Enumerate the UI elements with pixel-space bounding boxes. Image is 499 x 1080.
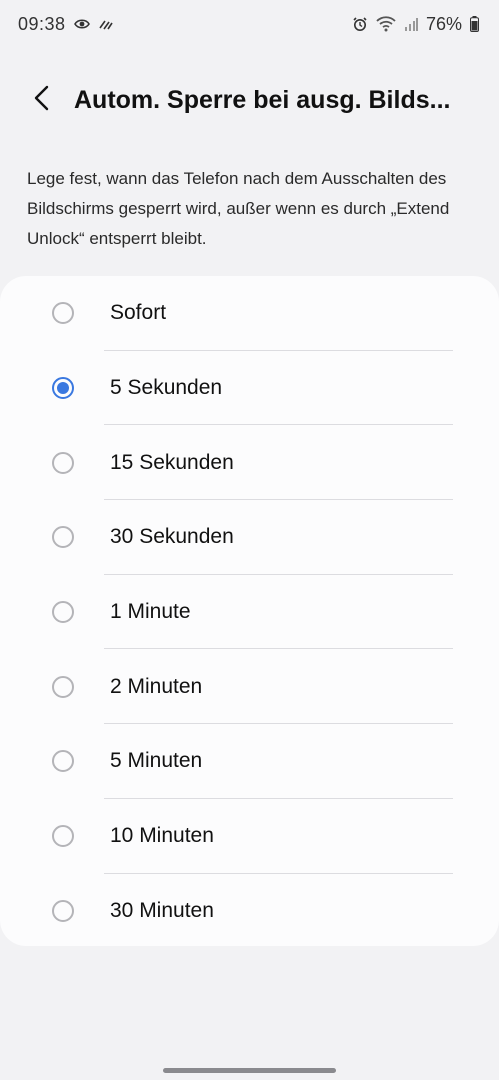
- option-label: 2 Minuten: [110, 674, 203, 698]
- option-label: 5 Sekunden: [110, 376, 223, 400]
- radio-button[interactable]: [52, 451, 74, 474]
- option-label: 1 Minute: [110, 600, 191, 624]
- option-row[interactable]: 10 Minuten: [0, 799, 499, 874]
- eye-icon: [73, 18, 90, 30]
- option-row[interactable]: 5 Sekunden: [0, 351, 499, 426]
- status-left: 09:38: [18, 14, 114, 35]
- radio-button[interactable]: [52, 526, 74, 549]
- back-button[interactable]: [22, 80, 62, 120]
- navigation-handle[interactable]: [163, 1068, 336, 1073]
- page-title: Autom. Sperre bei ausg. Bilds...: [74, 85, 451, 114]
- header: Autom. Sperre bei ausg. Bilds...: [0, 72, 499, 128]
- radio-button-selected[interactable]: [52, 377, 74, 400]
- option-label: Sofort: [110, 301, 167, 325]
- option-row[interactable]: 30 Minuten: [0, 874, 499, 949]
- option-row[interactable]: 5 Minuten: [0, 724, 499, 799]
- radio-button[interactable]: [52, 675, 74, 698]
- options-card: Sofort 5 Sekunden 15 Sekunden 30 Sekunden 1 …: [0, 276, 499, 946]
- signal-icon: [404, 17, 418, 31]
- status-bar: 09:38 76%: [0, 0, 499, 48]
- option-row[interactable]: 15 Sekunden: [0, 425, 499, 501]
- option-label: 30 Sekunden: [110, 525, 234, 549]
- option-row[interactable]: Sofort: [0, 276, 499, 351]
- option-label: 5 Minuten: [110, 749, 203, 773]
- option-label: 30 Minuten: [110, 898, 214, 922]
- radio-button[interactable]: [52, 825, 74, 848]
- radio-button[interactable]: [52, 601, 74, 624]
- radio-button[interactable]: [52, 899, 74, 922]
- option-row[interactable]: 2 Minuten: [0, 649, 499, 725]
- option-row[interactable]: 30 Sekunden: [0, 500, 499, 575]
- chevron-left-icon: [32, 84, 52, 117]
- alarm-icon: [352, 16, 368, 32]
- radio-button[interactable]: [52, 302, 74, 325]
- status-right: 76%: [352, 14, 479, 35]
- option-row[interactable]: 1 Minute: [0, 575, 499, 650]
- option-label: 15 Sekunden: [110, 450, 234, 474]
- sync-icon: [98, 18, 114, 30]
- radio-button[interactable]: [52, 750, 74, 773]
- battery-icon: [470, 16, 479, 32]
- wifi-icon: [376, 16, 396, 32]
- option-label: 10 Minuten: [110, 824, 214, 848]
- status-time: 09:38: [18, 13, 66, 34]
- battery-percent: 76%: [425, 13, 462, 34]
- description-text: Lege fest, wann das Telefon nach dem Aus…: [27, 169, 450, 248]
